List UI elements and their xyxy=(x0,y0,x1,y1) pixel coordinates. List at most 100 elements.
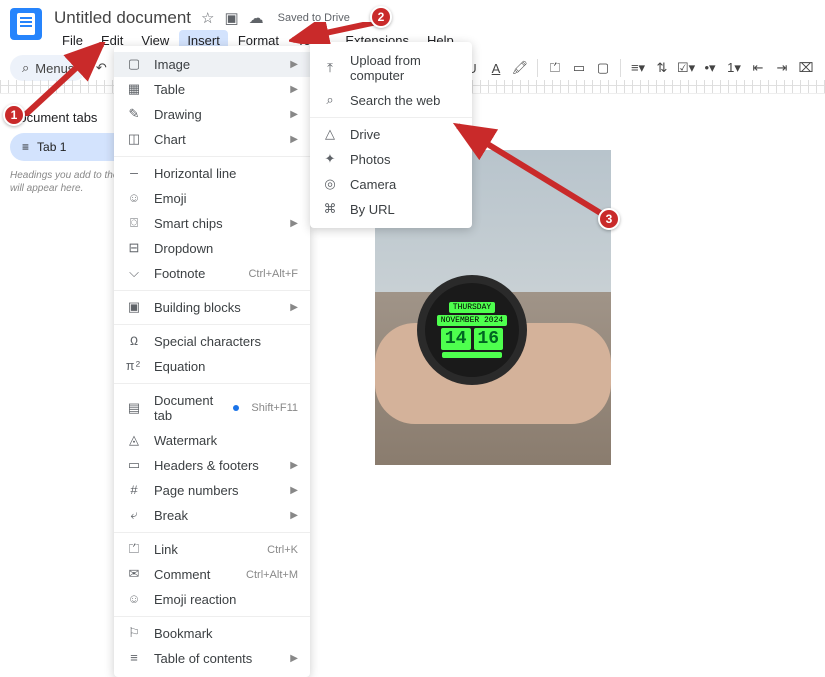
menu-item-label: Table of contents xyxy=(154,651,278,666)
insert-link[interactable]: ⏍LinkCtrl+K xyxy=(114,537,310,562)
insert-table-of-contents[interactable]: ≡Table of contents▶ xyxy=(114,646,310,671)
image-camera[interactable]: ◎Camera xyxy=(310,172,472,197)
menu-item-label: Table xyxy=(154,82,278,97)
menu-item-label: Special characters xyxy=(154,334,298,349)
outdent-icon[interactable]: ⇤ xyxy=(749,60,767,76)
bullets-icon[interactable]: •▾ xyxy=(701,60,719,76)
menu-item-icon: ⌼ xyxy=(126,216,142,231)
menu-item-icon: ◎ xyxy=(322,177,338,192)
annotation-arrow-3 xyxy=(452,122,612,222)
docs-logo[interactable] xyxy=(10,8,42,40)
menu-item-icon: ≡ xyxy=(126,651,142,666)
insert-image[interactable]: ▢Image▶ xyxy=(114,52,310,77)
insert-drawing[interactable]: ✎ Drawing ▶ xyxy=(114,102,310,127)
menu-item-icon: ▭ xyxy=(126,458,142,473)
separator xyxy=(537,59,538,77)
insert-emoji[interactable]: ☺Emoji xyxy=(114,186,310,211)
menu-item-label: Watermark xyxy=(154,433,298,448)
insert-comment[interactable]: ✉CommentCtrl+Alt+M xyxy=(114,562,310,587)
highlight-icon[interactable]: 🖍 xyxy=(511,60,529,76)
menu-item-label: Upload from computer xyxy=(350,53,460,83)
image-by-url[interactable]: ⌘By URL xyxy=(310,197,472,222)
image-insert-icon[interactable]: ▢ xyxy=(594,60,612,76)
annotation-arrow-2 xyxy=(289,22,379,44)
menu-item-icon: Ω xyxy=(126,334,142,349)
watch-date: NOVEMBER 2024 xyxy=(437,315,507,326)
menu-item-label: Drawing xyxy=(154,107,278,122)
menu-item-label: Comment xyxy=(154,567,234,582)
menu-item-icon: ☺ xyxy=(126,191,142,206)
insert-chart[interactable]: ◫Chart▶ xyxy=(114,127,310,152)
menu-item-label: Photos xyxy=(350,152,460,167)
annotation-2: 2 xyxy=(370,6,392,28)
shortcut: Shift+F11 xyxy=(251,402,298,414)
menu-item-label: Drive xyxy=(350,127,460,142)
menu-item-icon: ▤ xyxy=(126,401,142,416)
watch-mm: 16 xyxy=(474,328,504,350)
image-drive[interactable]: △ Drive xyxy=(310,122,472,147)
menu-item-icon: ⊟ xyxy=(126,241,142,256)
insert-emoji-reaction[interactable]: ☺Emoji reaction xyxy=(114,587,310,612)
star-icon[interactable]: ☆ xyxy=(201,9,214,27)
menu-item-label: Headers & footers xyxy=(154,458,278,473)
insert-building-blocks[interactable]: ▣Building blocks▶ xyxy=(114,295,310,320)
menu-item-icon: △ xyxy=(322,127,338,142)
menu-item-label: Link xyxy=(154,542,255,557)
chevron-right-icon: ▶ xyxy=(290,460,298,471)
link-icon[interactable]: ⏍ xyxy=(546,60,564,76)
watch-day: THURSDAY xyxy=(449,302,495,313)
numbers-icon[interactable]: 1▾ xyxy=(725,60,743,76)
menu-item-label: Dropdown xyxy=(154,241,298,256)
watch-hh: 14 xyxy=(441,328,471,350)
checklist-icon[interactable]: ☑▾ xyxy=(677,60,695,76)
comment-icon[interactable]: ▭ xyxy=(570,60,588,76)
chevron-right-icon: ▶ xyxy=(290,84,298,95)
insert-document-tab[interactable]: ▤Document tabShift+F11 xyxy=(114,388,310,428)
menu-item-icon: ✎ xyxy=(126,107,142,122)
insert-break[interactable]: ⤶Break▶ xyxy=(114,503,310,528)
image-search-the-web[interactable]: ⌕Search the web xyxy=(310,88,472,113)
menu-item-label: Search the web xyxy=(350,93,460,108)
annotation-3: 3 xyxy=(598,208,620,230)
insert-watermark[interactable]: ◬ Watermark xyxy=(114,428,310,453)
insert-smart-chips[interactable]: ⌼Smart chips▶ xyxy=(114,211,310,236)
tab-icon: ≡ xyxy=(22,140,29,154)
clear-format-icon[interactable]: ⌧ xyxy=(797,60,815,76)
insert-horizontal-line[interactable]: —Horizontal line xyxy=(114,161,310,186)
insert-footnote[interactable]: ⌵ Footnote Ctrl+Alt+F xyxy=(114,261,310,286)
shortcut: Ctrl+Alt+F xyxy=(248,268,298,280)
menu-item-icon: ▦ xyxy=(126,82,142,97)
menu-item-icon: ▢ xyxy=(126,57,142,72)
insert-table[interactable]: ▦ Table ▶ xyxy=(114,77,310,102)
doc-title[interactable]: Untitled document xyxy=(54,8,191,28)
menu-item-icon: ◬ xyxy=(126,433,142,448)
chevron-right-icon: ▶ xyxy=(290,109,298,120)
menu-item-label: Page numbers xyxy=(154,483,278,498)
align-icon[interactable]: ≡▾ xyxy=(629,60,647,76)
text-color-icon[interactable]: A xyxy=(487,61,505,76)
shortcut: Ctrl+Alt+M xyxy=(246,569,298,581)
menu-item-label: By URL xyxy=(350,202,460,217)
menu-item-label: Image xyxy=(154,57,278,72)
image-upload-from-computer[interactable]: ⤒Upload from computer xyxy=(310,48,472,88)
cloud-icon: ☁ xyxy=(249,9,264,27)
line-spacing-icon[interactable]: ⇅ xyxy=(653,60,671,76)
menu-item-label: Footnote xyxy=(154,266,236,281)
insert-dropdown[interactable]: ⊟ Dropdown xyxy=(114,236,310,261)
menu-item-icon: ⤶ xyxy=(126,508,142,523)
insert-headers-&-footers[interactable]: ▭ Headers & footers ▶ xyxy=(114,453,310,478)
insert-bookmark[interactable]: ⚐Bookmark xyxy=(114,621,310,646)
image-submenu: ⤒Upload from computer⌕Search the web △ Dri… xyxy=(310,42,472,228)
indent-icon[interactable]: ⇥ xyxy=(773,60,791,76)
menu-item-icon: — xyxy=(126,166,142,181)
menu-item-icon: ⏍ xyxy=(126,542,142,557)
move-icon[interactable]: ▣ xyxy=(224,9,238,27)
insert-equation[interactable]: π²Equation xyxy=(114,354,310,379)
image-photos[interactable]: ✦Photos xyxy=(310,147,472,172)
menu-item-label: Chart xyxy=(154,132,278,147)
menu-item-icon: ⌵ xyxy=(126,266,142,281)
insert-page-numbers[interactable]: #Page numbers▶ xyxy=(114,478,310,503)
menu-item-icon: π² xyxy=(126,359,142,374)
insert-special-characters[interactable]: Ω Special characters xyxy=(114,329,310,354)
menu-item-label: Smart chips xyxy=(154,216,278,231)
